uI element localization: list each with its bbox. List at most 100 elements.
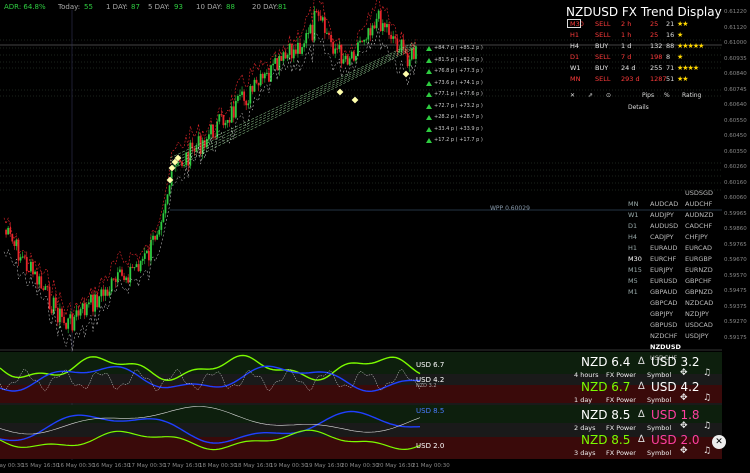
signal-diamond-icon <box>336 88 344 96</box>
trend-channel-line <box>169 46 416 168</box>
fx-power-label[interactable]: FX Power <box>606 371 636 379</box>
symbol-euraud[interactable]: EURAUD <box>650 244 677 252</box>
pip-target-label: +76.8 p ( +77.3 p ) <box>434 68 483 74</box>
timeframe-h4[interactable]: H4 <box>628 233 637 241</box>
symbol-audnzd[interactable]: AUDNZD <box>685 211 714 219</box>
timeframe-h1[interactable]: H1 <box>628 244 637 252</box>
symbol-usdcad[interactable]: USDCAD <box>685 321 713 329</box>
candle-body <box>311 24 314 41</box>
symbol-eurchf[interactable]: EURCHF <box>650 255 676 263</box>
candle-body <box>108 291 111 296</box>
candle-body <box>410 48 413 60</box>
timeframe-w1[interactable]: W1 <box>628 211 639 219</box>
price-tick: 0.61120 <box>724 24 747 31</box>
symbol-usdjpy[interactable]: USDJPY <box>685 332 709 340</box>
price-tick: 0.60350 <box>724 148 747 155</box>
symbol-label[interactable]: Symbol <box>647 424 671 432</box>
move-icon[interactable]: ✥ <box>680 421 688 431</box>
day20-label: 20 DAY: <box>252 3 279 11</box>
sound-icon[interactable]: ♫ <box>703 421 711 431</box>
trend-age: 1 d <box>621 42 632 50</box>
pip-target-label: +28.2 p ( +28.7 p ) <box>434 114 483 120</box>
candle-body <box>371 25 374 36</box>
symbol-eurjpy[interactable]: EURJPY <box>650 266 673 274</box>
symbol-label[interactable]: Symbol <box>647 449 671 457</box>
timeframe-m1[interactable]: M1 <box>628 288 638 296</box>
symbol-gbpjpy[interactable]: GBPJPY <box>650 310 673 318</box>
symbol-usdsgd[interactable]: USDSGD <box>685 189 713 197</box>
trend-row-d1[interactable]: D1 SELL 7 d 198 8 ★ <box>564 52 724 62</box>
move-icon[interactable]: ✥ <box>680 368 688 378</box>
symbol-gbpcad[interactable]: GBPCAD <box>650 299 677 307</box>
trend-row-m30[interactable]: M30 SELL 2 h 25 21 ★★ <box>564 19 724 29</box>
close-icon[interactable]: ✕ <box>712 435 726 449</box>
trend-stars: ★★ <box>677 75 689 83</box>
symbol-audchf[interactable]: AUDCHF <box>685 200 712 208</box>
nzd-strength-value: NZD 6.4 <box>581 355 631 369</box>
symbol-eurusd[interactable]: EURUSD <box>650 277 677 285</box>
symbol-cadjpy[interactable]: CADJPY <box>650 233 674 241</box>
fx-power-label[interactable]: FX Power <box>606 424 636 432</box>
trend-row-h4[interactable]: H4 BUY 1 d 132 88 ★★★★★ <box>564 41 724 51</box>
sound-icon[interactable]: ♫ <box>703 446 711 456</box>
timeframe-m5[interactable]: M5 <box>628 277 638 285</box>
move-icon[interactable]: ✥ <box>680 446 688 456</box>
trend-channel-line <box>169 44 416 165</box>
candle-body <box>166 194 169 204</box>
symbol-nzdcad[interactable]: NZDCAD <box>685 299 713 307</box>
symbol-chfjpy[interactable]: CHFJPY <box>685 233 708 241</box>
fx-power-label[interactable]: FX Power <box>606 449 636 457</box>
trend-direction: SELL <box>595 31 611 39</box>
symbol-nzdjpy[interactable]: NZDJPY <box>685 310 709 318</box>
details-button[interactable]: Details <box>628 104 649 111</box>
symbol-nzdchf[interactable]: NZDCHF <box>650 332 678 340</box>
candle-body <box>237 95 239 101</box>
timeframe-m15[interactable]: M15 <box>628 266 642 274</box>
candle-body <box>123 275 125 280</box>
trend-direction: BUY <box>595 42 609 50</box>
close-icon[interactable]: ✕ <box>570 92 575 99</box>
timeframe-m30[interactable]: M30 <box>628 255 642 263</box>
trend-pips: 1287 <box>650 75 667 83</box>
symbol-eurcad[interactable]: EURCAD <box>685 244 712 252</box>
trend-row-w1[interactable]: W1 BUY 24 d 255 71 ★★★★ <box>564 63 724 73</box>
rating-toggle[interactable]: Rating <box>682 92 701 99</box>
trend-row-mn[interactable]: MN SELL 293 d 1287 51 ★★ <box>564 74 724 84</box>
candle-body <box>321 17 324 21</box>
target-icon[interactable]: ⊙ <box>606 92 611 99</box>
symbol-gbpaud[interactable]: GBPAUD <box>650 288 677 296</box>
timeframe-d1[interactable]: D1 <box>628 222 637 230</box>
pin-icon[interactable]: ⇗ <box>588 92 593 99</box>
symbol-cadchf[interactable]: CADCHF <box>685 222 712 230</box>
price-tick: 0.59175 <box>724 334 747 341</box>
symbol-audcad[interactable]: AUDCAD <box>650 200 678 208</box>
pips-toggle[interactable]: Pips <box>642 92 654 99</box>
symbol-gbpnzd[interactable]: GBPNZD <box>685 288 713 296</box>
sound-icon[interactable]: ♫ <box>703 393 711 403</box>
symbol-nzdusd[interactable]: NZDUSD <box>650 343 681 351</box>
candle-body <box>307 33 310 35</box>
trend-row-h1[interactable]: H1 SELL 1 h 25 16 ★ <box>564 30 724 40</box>
timeframe-mn[interactable]: MN <box>628 200 638 208</box>
symbol-audjpy[interactable]: AUDJPY <box>650 211 674 219</box>
candle-body <box>210 124 212 135</box>
move-icon[interactable]: ✥ <box>680 393 688 403</box>
symbol-gbpchf[interactable]: GBPCHF <box>685 277 712 285</box>
pip-target-label: +73.6 p ( +74.1 p ) <box>434 79 483 86</box>
percent-toggle[interactable]: % <box>664 92 670 99</box>
candle-body <box>143 253 146 259</box>
fx-power-label[interactable]: FX Power <box>606 396 636 404</box>
candle-body <box>27 271 30 273</box>
candle-body <box>369 28 372 36</box>
symbol-eurnzd[interactable]: EURNZD <box>685 266 713 274</box>
symbol-label[interactable]: Symbol <box>647 371 671 379</box>
candle-body <box>268 72 270 82</box>
price-tick: 0.59670 <box>724 257 747 263</box>
up-arrow-icon <box>426 103 432 109</box>
symbol-audusd[interactable]: AUDUSD <box>650 222 678 230</box>
symbol-label[interactable]: Symbol <box>647 396 671 404</box>
symbol-eurgbp[interactable]: EURGBP <box>685 255 712 263</box>
sound-icon[interactable]: ♫ <box>703 368 711 378</box>
candle-body <box>220 114 223 116</box>
symbol-gbpusd[interactable]: GBPUSD <box>650 321 677 329</box>
